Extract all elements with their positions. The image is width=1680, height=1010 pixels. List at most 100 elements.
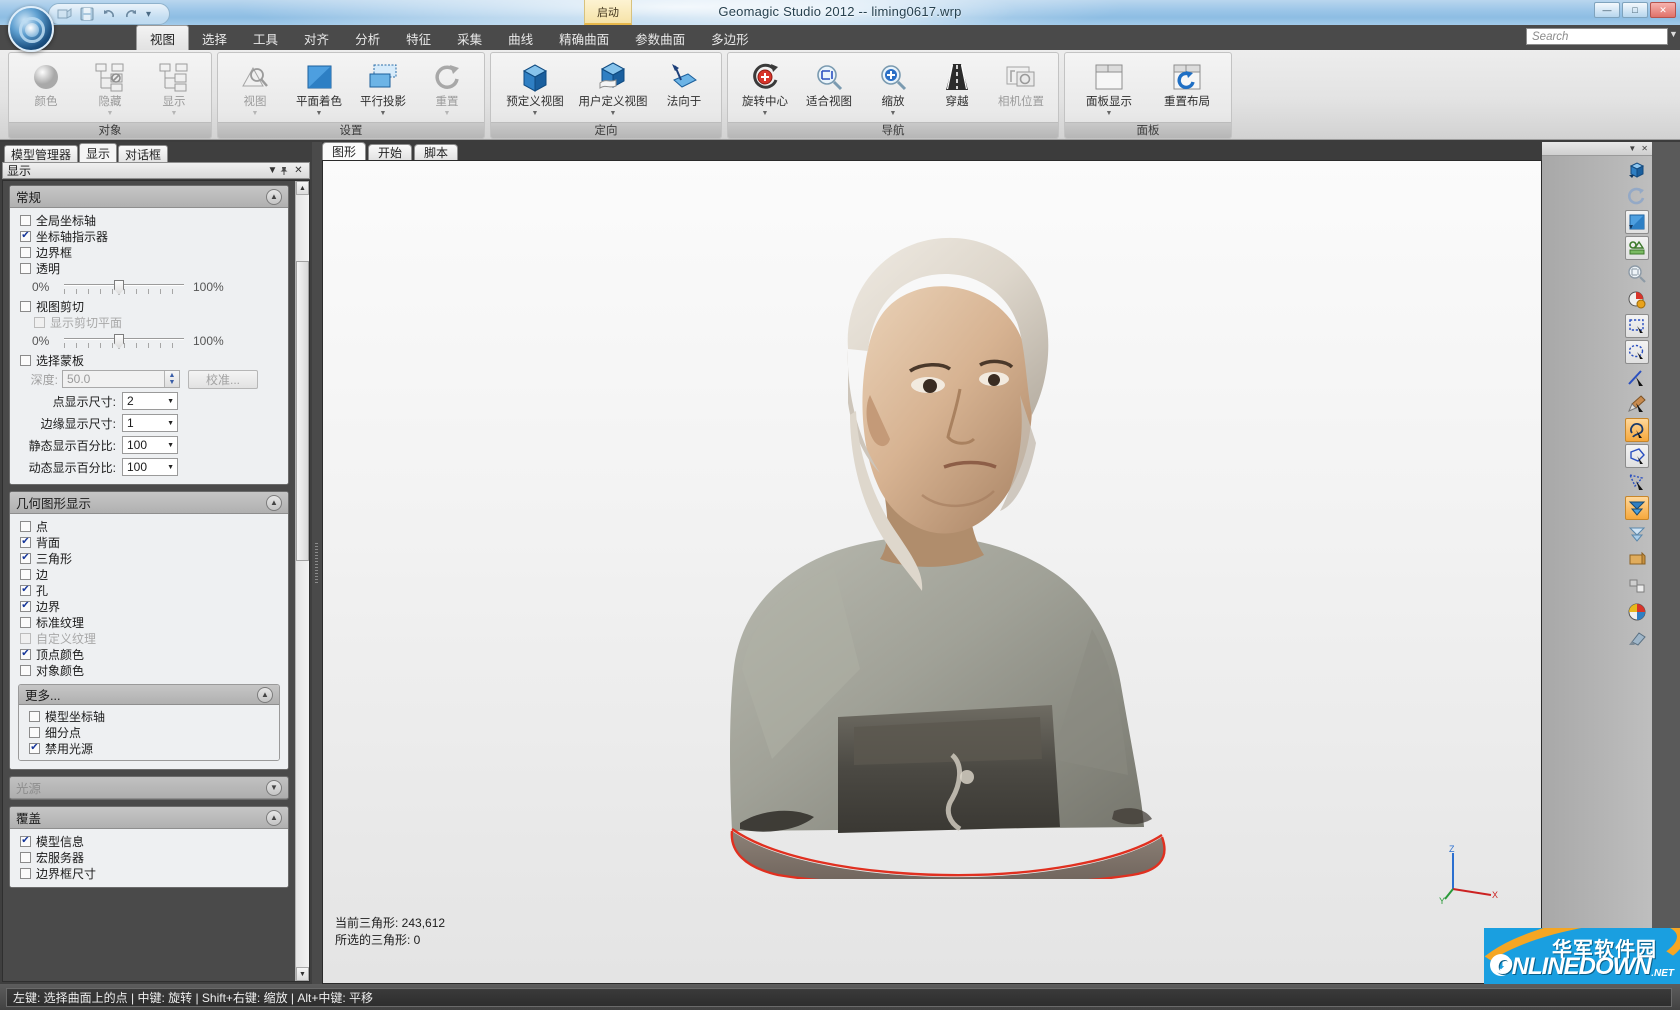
checkbox-subdivision-points[interactable]: 细分点 bbox=[19, 724, 279, 740]
chevron-down-icon[interactable]: ▼ bbox=[532, 110, 539, 118]
start-badge[interactable]: 启动 bbox=[584, 0, 632, 25]
spinner-arrows-icon[interactable]: ▲ ▼ bbox=[164, 371, 179, 387]
ribbon-tab-align[interactable]: 对齐 bbox=[291, 27, 342, 50]
rotate-reset-icon[interactable] bbox=[1625, 184, 1649, 208]
chevron-down-icon[interactable]: ▼ bbox=[167, 464, 174, 471]
checkbox-holes[interactable]: ✔ 孔 bbox=[10, 582, 288, 598]
save-icon[interactable] bbox=[77, 5, 96, 23]
panel-splitter[interactable] bbox=[312, 142, 322, 984]
undo-icon[interactable] bbox=[99, 5, 118, 23]
checkbox-model-info[interactable]: ✔ 模型信息 bbox=[10, 833, 288, 849]
checkbox-box[interactable]: ✔ bbox=[20, 552, 31, 564]
section-overlay-header[interactable]: 覆盖 ▲ bbox=[10, 807, 288, 829]
section-more-header[interactable]: 更多... ▲ bbox=[19, 685, 279, 705]
ribbon-tab-tools[interactable]: 工具 bbox=[240, 27, 291, 50]
checkbox-points[interactable]: 点 bbox=[10, 518, 288, 534]
chevron-up-icon[interactable]: ▲ bbox=[266, 809, 282, 826]
checkbox-box[interactable] bbox=[20, 867, 31, 879]
ribbon-tab-exact-surface[interactable]: 精确曲面 bbox=[546, 27, 622, 50]
application-orb-button[interactable] bbox=[8, 6, 54, 52]
checkbox-box[interactable] bbox=[20, 664, 31, 676]
checkbox-box[interactable]: ✔ bbox=[20, 600, 31, 612]
checkbox-box[interactable] bbox=[20, 262, 31, 274]
chevron-down-icon[interactable]: ▼ bbox=[252, 110, 259, 118]
checkbox-axis-indicator[interactable]: ✔ 坐标轴指示器 bbox=[10, 228, 288, 244]
shade-mode-icon[interactable] bbox=[1625, 210, 1649, 234]
scrollbar-thumb[interactable] bbox=[296, 261, 309, 561]
view-cube-icon[interactable] bbox=[1625, 158, 1649, 182]
ribbon-button-panel-display[interactable]: 面板显示 ▼ bbox=[1071, 57, 1147, 118]
transparency-slider[interactable] bbox=[64, 280, 184, 295]
select-components-icon[interactable] bbox=[1625, 574, 1649, 598]
search-dropdown-icon[interactable]: ▼ bbox=[1669, 29, 1679, 39]
checkbox-box[interactable] bbox=[20, 246, 31, 258]
chevron-down-icon[interactable]: ▼ bbox=[316, 110, 323, 118]
select-back-icon[interactable] bbox=[1625, 548, 1649, 572]
checkbox-box[interactable] bbox=[20, 520, 31, 532]
scroll-down-icon[interactable]: ▼ bbox=[296, 967, 309, 981]
paint-select-icon[interactable] bbox=[1625, 392, 1649, 416]
checkbox-object-color[interactable]: 对象颜色 bbox=[10, 662, 288, 678]
panel-close-icon[interactable]: ✕ bbox=[292, 165, 305, 176]
ribbon-tab-feature[interactable]: 特征 bbox=[393, 27, 444, 50]
checkbox-standard-texture[interactable]: 标准纹理 bbox=[10, 614, 288, 630]
chevron-down-icon[interactable]: ▼ bbox=[167, 442, 174, 449]
checkbox-box[interactable] bbox=[34, 316, 45, 328]
open-icon[interactable] bbox=[55, 5, 74, 23]
freeform-select-icon[interactable] bbox=[1625, 470, 1649, 494]
panel-menu-icon[interactable]: ▼ bbox=[266, 165, 279, 176]
quick-access-toolbar[interactable]: ▾ bbox=[48, 3, 170, 25]
viewport-tab-script[interactable]: 脚本 bbox=[414, 144, 459, 160]
viewport-tab-start[interactable]: 开始 bbox=[368, 144, 413, 160]
rotation-center-icon[interactable] bbox=[1625, 288, 1649, 312]
ribbon-button-rotation-center[interactable]: 旋转中心 ▼ bbox=[734, 57, 796, 118]
checkbox-box[interactable]: ✔ bbox=[20, 536, 31, 548]
chevron-down-icon[interactable]: ▼ bbox=[1628, 144, 1636, 153]
checkbox-box[interactable] bbox=[20, 354, 31, 366]
chevron-up-icon[interactable]: ▲ bbox=[266, 188, 282, 205]
ribbon-button-fly-through[interactable]: 穿越 bbox=[926, 57, 988, 109]
chevron-down-icon[interactable]: ▼ bbox=[171, 110, 178, 118]
calibrate-button[interactable]: 校准... bbox=[188, 369, 258, 389]
ribbon-button-flat-shading[interactable]: 平面着色 ▼ bbox=[288, 57, 350, 118]
ribbon-button-user-defined-view[interactable]: 用户定义视图 ▼ bbox=[575, 57, 651, 118]
chevron-up-icon[interactable]: ▲ bbox=[266, 494, 282, 511]
chevron-down-icon[interactable]: ▼ bbox=[380, 110, 387, 118]
checkbox-custom-texture[interactable]: 自定义纹理 bbox=[10, 630, 288, 646]
redo-icon[interactable] bbox=[121, 5, 140, 23]
ribbon-tab-curves[interactable]: 曲线 bbox=[495, 27, 546, 50]
left-panel-tab-model-manager[interactable]: 模型管理器 bbox=[4, 145, 79, 162]
pin-icon[interactable] bbox=[279, 166, 292, 176]
checkbox-box[interactable] bbox=[20, 214, 31, 226]
checkbox-box[interactable] bbox=[20, 568, 31, 580]
chevron-up-icon[interactable]: ▲ bbox=[257, 686, 273, 703]
chevron-down-icon[interactable]: ▼ bbox=[107, 110, 114, 118]
search-input[interactable]: Search bbox=[1532, 31, 1568, 43]
checkbox-box[interactable] bbox=[29, 710, 40, 722]
viewport-tab-graphics[interactable]: 图形 bbox=[322, 142, 367, 160]
ribbon-button-show[interactable]: 显示 ▼ bbox=[143, 57, 205, 118]
checkbox-triangles[interactable]: ✔ 三角形 bbox=[10, 550, 288, 566]
checkbox-vertex-color[interactable]: ✔ 顶点颜色 bbox=[10, 646, 288, 662]
chevron-down-icon[interactable]: ▼ bbox=[762, 110, 769, 118]
chevron-down-icon[interactable]: ▼ bbox=[266, 779, 282, 796]
section-general-header[interactable]: 常规 ▲ bbox=[10, 186, 288, 208]
checkbox-bounding-box[interactable]: 边界框 bbox=[10, 244, 288, 260]
checkbox-box[interactable]: ✔ bbox=[20, 584, 31, 596]
checkbox-box[interactable]: ✔ bbox=[20, 835, 31, 847]
eraser-icon[interactable] bbox=[1625, 626, 1649, 650]
ribbon-button-zoom[interactable]: 缩放 ▼ bbox=[862, 57, 924, 118]
edge-size-combo[interactable]: 1 ▼ bbox=[122, 414, 178, 432]
model-3d-scan[interactable] bbox=[622, 199, 1242, 880]
checkbox-box[interactable] bbox=[29, 726, 40, 738]
checkbox-disable-lighting[interactable]: ✔ 禁用光源 bbox=[19, 740, 279, 756]
ribbon-tab-analysis[interactable]: 分析 bbox=[342, 27, 393, 50]
section-geometry-header[interactable]: 几何图形显示 ▲ bbox=[10, 492, 288, 514]
checkbox-box[interactable]: ✔ bbox=[29, 742, 40, 754]
ribbon-tab-polygons[interactable]: 多边形 bbox=[698, 27, 762, 50]
scroll-up-icon[interactable]: ▲ bbox=[296, 181, 309, 195]
ribbon-button-view[interactable]: 视图 ▼ bbox=[224, 57, 286, 118]
checkbox-bounding-box-size[interactable]: 边界框尺寸 bbox=[10, 865, 288, 881]
close-button[interactable]: ✕ bbox=[1650, 2, 1676, 18]
checkbox-macro-server[interactable]: 宏服务器 bbox=[10, 849, 288, 865]
